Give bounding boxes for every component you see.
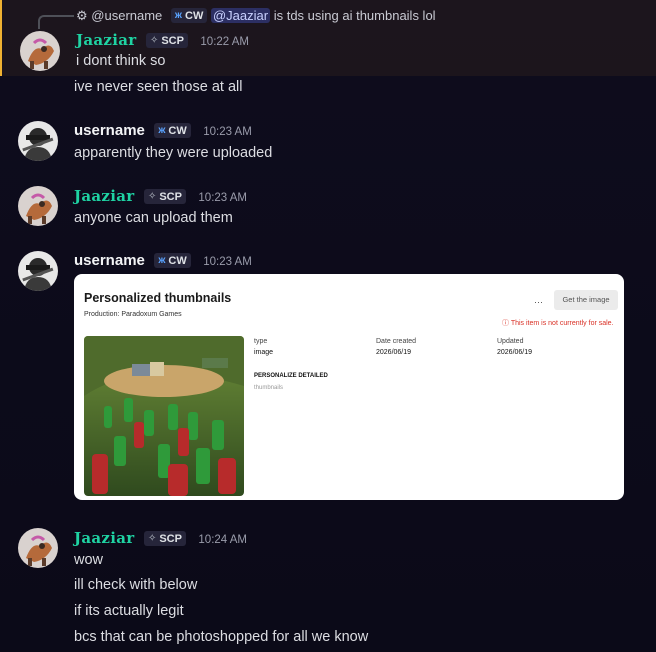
avatar-username[interactable] <box>18 121 58 161</box>
avatar-jaaziar[interactable] <box>18 528 58 568</box>
message-text: wow <box>74 552 104 568</box>
author-name[interactable]: Jaaziar <box>76 31 136 49</box>
message-header: Jaaziar ✧ SCP 10:24 AM <box>74 529 247 548</box>
message-header: Jaaziar ✧ SCP 10:23 AM <box>74 187 247 206</box>
sparkle-icon: ✧ <box>147 533 157 544</box>
section-heading: PERSONALIZE DETAILED <box>254 373 328 379</box>
timestamp: 10:23 AM <box>203 256 252 268</box>
server-tag: ✧ SCP <box>145 33 188 48</box>
author-name[interactable]: Jaaziar <box>74 187 134 205</box>
more-options-icon[interactable]: ··· <box>534 297 543 307</box>
updated-value: 2026/06/19 <box>497 349 533 356</box>
embed-production: Production: Paradoxum Games <box>84 311 182 318</box>
butterfly-icon: ж <box>158 255 166 266</box>
message-text: if its actually legit <box>74 603 184 619</box>
message-text: bcs that can be photoshopped for all we … <box>74 629 369 645</box>
avatar-username[interactable] <box>18 251 58 291</box>
timestamp: 10:23 AM <box>203 126 252 138</box>
avatar-jaaziar[interactable] <box>18 186 58 226</box>
server-tag: ж CW <box>154 123 191 138</box>
thumbnail-image[interactable] <box>84 336 244 496</box>
message-jaaziar-1: ⚙ @username ж CW @Jaaziar is tds using ai… <box>0 0 656 76</box>
sparkle-icon: ✧ <box>147 191 157 202</box>
reply-mention[interactable]: @Jaaziar <box>210 8 271 23</box>
server-tag: ж CW <box>154 253 191 268</box>
updated-label: Updated <box>497 338 524 345</box>
message-header: username ж CW 10:23 AM <box>74 252 252 270</box>
message-text: i dont think so <box>76 53 166 69</box>
server-tag: ✧ SCP <box>143 189 186 204</box>
reply-connector <box>38 15 74 29</box>
type-value: image <box>254 349 274 356</box>
message-text: ill check with below <box>74 577 198 593</box>
type-label: type <box>254 338 268 345</box>
avatar-jaaziar[interactable] <box>20 31 60 71</box>
server-tag: ✧ SCP <box>143 531 186 546</box>
get-image-button[interactable]: Get the image <box>554 290 618 310</box>
image-attachment[interactable]: Personalized thumbnails Production: Para… <box>74 274 624 500</box>
author-name[interactable]: Jaaziar <box>74 529 134 547</box>
message-text: anyone can upload them <box>74 210 233 226</box>
author-name[interactable]: username <box>74 122 145 139</box>
message-text: ive never seen those at all <box>74 79 243 95</box>
reply-avatar-icon: ⚙ <box>76 8 88 23</box>
timestamp: 10:22 AM <box>200 36 249 48</box>
butterfly-icon: ж <box>158 125 166 136</box>
reply-tag: ж CW <box>170 8 208 23</box>
message-header: username ж CW 10:23 AM <box>74 122 252 140</box>
section-value: thumbnails <box>254 385 284 391</box>
sale-warning: ⓘ This item is not currently for sale. <box>502 320 614 327</box>
reply-text: is tds using ai thumbnails lol <box>273 8 436 23</box>
reply-username[interactable]: @username <box>91 8 162 23</box>
butterfly-icon: ж <box>174 10 183 21</box>
sparkle-icon: ✧ <box>149 35 159 46</box>
timestamp: 10:24 AM <box>198 534 247 546</box>
created-label: Date created <box>376 338 417 345</box>
message-text: apparently they were uploaded <box>74 145 273 161</box>
message-header: Jaaziar ✧ SCP 10:22 AM <box>76 31 249 50</box>
author-name[interactable]: username <box>74 252 145 269</box>
reply-preview[interactable]: ⚙ @username ж CW @Jaaziar is tds using ai… <box>76 8 436 24</box>
timestamp: 10:23 AM <box>198 192 247 204</box>
embed-title: Personalized thumbnails <box>84 291 232 305</box>
created-value: 2026/06/19 <box>376 349 412 356</box>
